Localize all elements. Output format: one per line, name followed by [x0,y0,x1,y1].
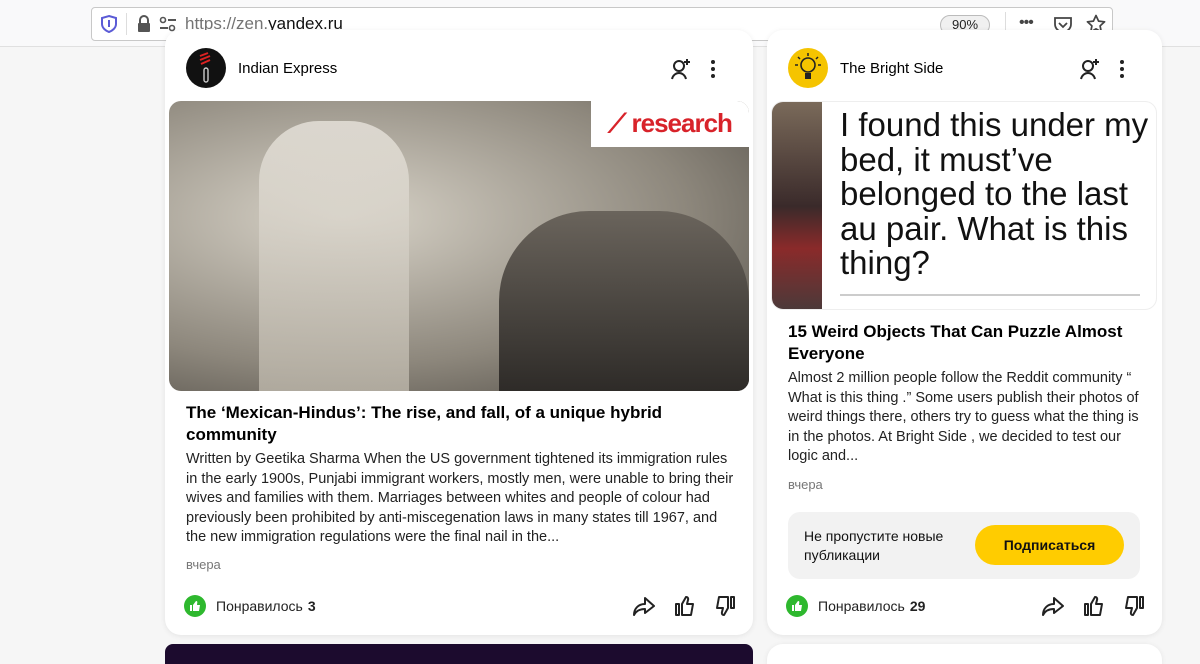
permissions-icon[interactable] [159,16,177,32]
subscribe-user-icon[interactable] [670,58,692,85]
thumbs-up-icon[interactable] [674,595,696,622]
likes-label: Понравилось [818,598,905,614]
article-card[interactable]: The Bright Side I found this under my be… [767,30,1162,635]
article-image[interactable]: ⟋ research [169,101,749,391]
likes-summary: Понравилось 3 [184,595,316,617]
likes-label: Понравилось [216,598,303,614]
more-options-icon[interactable] [710,59,716,84]
article-actions [632,595,736,622]
likes-count: 3 [307,598,316,614]
article-date: вчера [186,557,221,572]
article-description[interactable]: Almost 2 million people follow the Reddi… [788,369,1143,467]
likes-summary: Понравилось 29 [786,595,925,617]
share-icon[interactable] [632,595,656,622]
article-card[interactable]: Indian Express ⟋ research The ‘Mexican-H… [165,30,753,635]
subscribe-banner: Не пропустите новые публикации Подписать… [788,512,1140,579]
source-avatar[interactable] [788,48,828,88]
header-actions [670,58,716,85]
article-description[interactable]: Written by Geetika Sharma When the US go… [186,450,734,548]
share-icon[interactable] [1041,595,1065,622]
likes-count: 29 [909,598,926,614]
article-actions [1041,595,1145,622]
source-name[interactable]: Indian Express [238,60,337,77]
article-title[interactable]: The ‘Mexican-Hindus’: The rise, and fall… [186,402,726,446]
like-badge-icon [786,595,808,617]
card-header: Indian Express [186,48,337,88]
more-options-icon[interactable] [1119,59,1125,84]
source-avatar[interactable] [186,48,226,88]
next-article-card[interactable] [767,644,1162,664]
article-title[interactable]: 15 Weird Objects That Can Puzzle Almost … [788,321,1148,365]
next-ad-card[interactable] [165,644,753,664]
article-image[interactable]: I found this under my bed, it must’ve be… [771,101,1157,310]
lock-icon[interactable] [137,15,151,33]
express-research-logo: ⟋ research [591,101,749,147]
shield-icon[interactable] [100,14,118,34]
subscribe-user-icon[interactable] [1079,58,1101,85]
thumbs-up-icon[interactable] [1083,595,1105,622]
like-badge-icon [184,595,206,617]
thumbs-down-icon[interactable] [714,595,736,622]
article-date: вчера [788,477,823,492]
card-header: The Bright Side [788,48,943,88]
subscribe-text: Не пропустите новые публикации [804,528,944,563]
header-actions [1079,58,1125,85]
subscribe-button[interactable]: Подписаться [975,525,1124,565]
source-name[interactable]: The Bright Side [840,60,943,77]
thumbs-down-icon[interactable] [1123,595,1145,622]
image-caption-text: I found this under my bed, it must’ve be… [840,106,1149,281]
